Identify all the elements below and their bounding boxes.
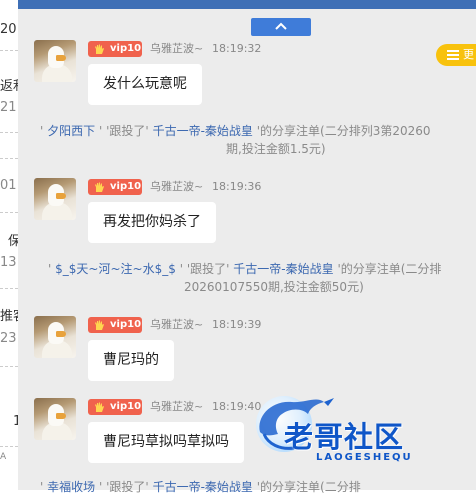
hand-icon [95,182,104,192]
background-text: A [0,452,7,462]
divider [0,132,18,133]
quote-mark: ' [40,480,44,494]
avatar[interactable] [34,398,76,440]
message-bubble: 曹尼玛草拟吗草拟吗 [88,422,244,463]
more-button[interactable]: 更 [436,44,476,66]
username[interactable]: 乌雅芷波~ [150,317,203,333]
message-bubble: 曹尼玛的 [88,340,174,381]
username[interactable]: 乌雅芷波~ [150,179,203,195]
message-bubble: 发什么玩意呢 [88,64,202,105]
background-text: 返利 [0,79,18,94]
vip-badge: vip10 [88,317,142,333]
quote-mark: ' [98,124,103,138]
notice-action: '跟投了' [186,262,230,276]
username[interactable]: 乌雅芷波~ [150,399,203,415]
notice-user-link[interactable]: 幸福收场 [47,480,95,494]
quote-mark: ' [98,480,103,494]
avatar[interactable] [34,178,76,220]
follow-notice: ' 幸福收场 ' '跟投了' 千古一帝-秦始战皇 '的分享注单(二分排 [40,478,361,496]
notice-detail: '的分享注单(二分排列3第20260 [256,124,431,138]
background-text: 20 [0,22,17,37]
notice-detail: '的分享注单(二分排 [337,262,442,276]
hand-icon [95,402,104,412]
notice-detail-line: 期,投注金额1.5元) [226,142,326,156]
notice-action: '跟投了' [106,124,149,138]
watermark-title: 老哥社区 [284,420,405,454]
notice-user-link[interactable]: $_$天~河~注~水$_$ [55,262,176,276]
quote-mark: ' [179,262,183,276]
vip-label: vip10 [110,43,142,54]
quote-mark: ' [40,124,44,138]
message-time: 18:19:39 [212,318,262,331]
background-text: 保 [8,234,18,249]
notice-user-link[interactable]: 夕阳西下 [47,124,95,138]
avatar[interactable] [34,40,76,82]
watermark-subtitle: LAOGESHEQU [316,452,413,463]
background-text: 23 [0,331,17,346]
message-time: 18:19:32 [212,42,262,55]
quote-mark: ' [48,262,52,276]
vip-badge: vip10 [88,41,142,57]
divider [0,446,18,447]
divider [0,288,18,289]
divider [0,212,18,213]
notice-detail-line: 20260107550期,投注金额50元) [184,280,364,294]
notice-plan-link[interactable]: 千古一帝-秦始战皇 [233,262,333,276]
background-text: 01 [0,178,17,193]
vip-label: vip10 [110,181,142,192]
background-text: 13 [0,255,17,270]
avatar[interactable] [34,316,76,358]
vip-badge: vip10 [88,399,142,415]
menu-icon [447,50,459,60]
divider [0,158,18,159]
more-button-label: 更 [463,48,474,61]
watermark-logo: 老哥社区 LAOGESHEQU [250,392,476,472]
hand-icon [95,320,104,330]
follow-notice: ' 夕阳西下 ' '跟投了' 千古一帝-秦始战皇 '的分享注单(二分排列3第20… [40,122,431,140]
background-page-edge: 20 返利 21 01 保 13 推客 23 1 A [0,0,18,490]
notice-action: '跟投了' [106,480,149,494]
chat-header-bar [18,0,476,9]
notice-plan-link[interactable]: 千古一帝-秦始战皇 [153,124,253,138]
vip-badge: vip10 [88,179,142,195]
message-bubble: 再发把你妈杀了 [88,202,216,243]
hand-icon [95,44,104,54]
notice-plan-link[interactable]: 千古一帝-秦始战皇 [153,480,253,494]
background-text: 推客 [0,309,18,324]
follow-notice: ' $_$天~河~注~水$_$ ' '跟投了' 千古一帝-秦始战皇 '的分享注单… [48,260,441,278]
username[interactable]: 乌雅芷波~ [150,41,203,57]
collapse-button[interactable] [251,18,311,36]
vip-label: vip10 [110,401,142,412]
chevron-up-icon [275,22,287,30]
background-text: 21 [0,100,17,115]
message-time: 18:19:36 [212,180,262,193]
divider [0,50,18,51]
vip-label: vip10 [110,319,142,330]
divider [0,366,18,367]
notice-detail: '的分享注单(二分排 [256,480,361,494]
